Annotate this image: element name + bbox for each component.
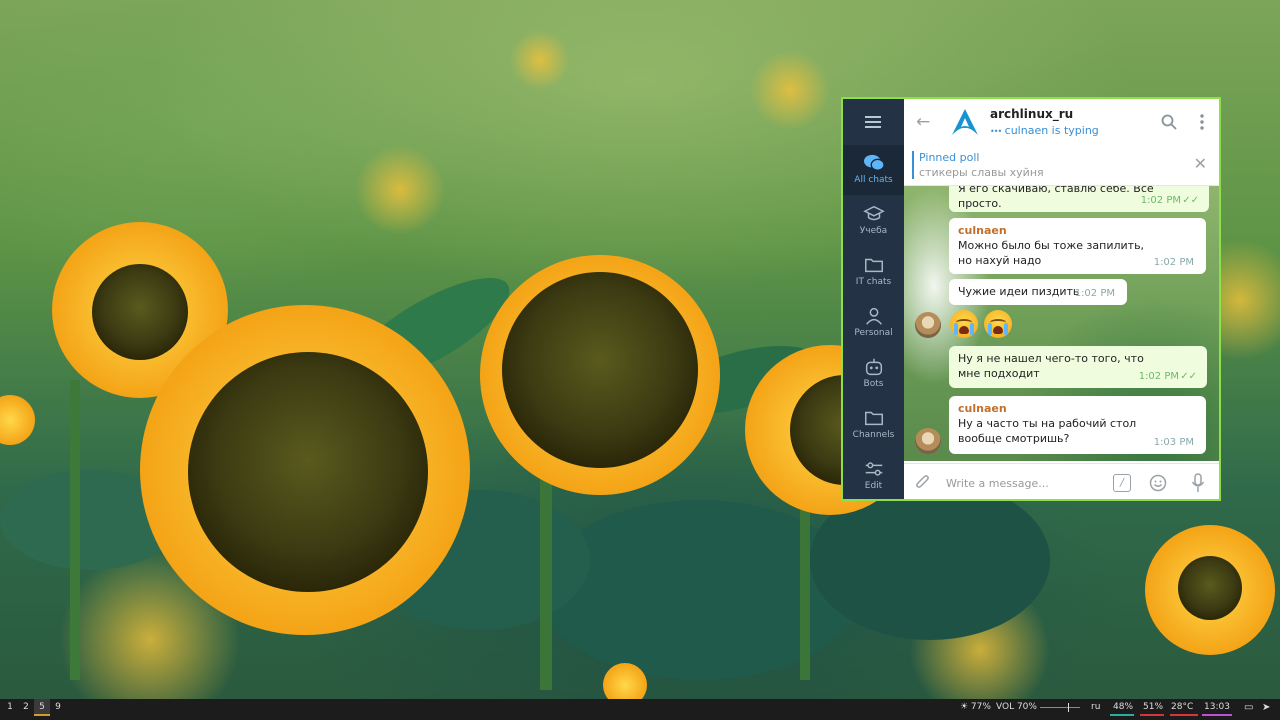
chat-header: ← archlinux_ru ••• culnaen is typing bbox=[904, 99, 1219, 146]
emoji-tear bbox=[988, 323, 992, 335]
pinned-accent-bar bbox=[912, 151, 914, 179]
bot-commands-icon[interactable]: / bbox=[1113, 474, 1131, 492]
message-bubble-in[interactable]: culnaen Можно было бы тоже запилить, но … bbox=[949, 218, 1206, 274]
search-icon[interactable] bbox=[1161, 114, 1177, 130]
hamburger-icon bbox=[865, 116, 881, 118]
pinned-message-bar[interactable]: Pinned poll стикеры славы хуйня ✕ bbox=[904, 145, 1219, 186]
message-text: Ну а часто ты на рабочий стол вообще смо… bbox=[958, 417, 1137, 445]
pinned-text: стикеры славы хуйня bbox=[919, 166, 1044, 179]
monitor-icon[interactable]: ▭ bbox=[1244, 699, 1253, 716]
double-check-icon: ✓✓ bbox=[1180, 371, 1197, 382]
folder-label: Personal bbox=[854, 328, 893, 338]
message-sender[interactable]: culnaen bbox=[958, 401, 1197, 416]
typing-status: ••• culnaen is typing bbox=[990, 124, 1099, 137]
message-bubble-out[interactable]: Ну я не нашел чего-то того, что мне подх… bbox=[949, 346, 1207, 388]
menu-button[interactable] bbox=[843, 99, 904, 145]
telegram-window: All chats Учеба IT chats Personal Bots C… bbox=[841, 97, 1221, 501]
loudly-crying-emoji bbox=[984, 310, 1012, 338]
loudly-crying-emoji bbox=[950, 310, 978, 338]
memory-bar bbox=[1140, 714, 1164, 716]
hamburger-icon-line bbox=[865, 121, 881, 123]
paperclip-icon[interactable] bbox=[914, 474, 932, 492]
bot-icon bbox=[865, 358, 882, 376]
folder-edit[interactable]: Edit bbox=[843, 451, 904, 499]
user-avatar[interactable] bbox=[915, 312, 941, 338]
message-text: Чужие идеи пиздить bbox=[958, 285, 1080, 298]
clock-bar bbox=[1202, 714, 1232, 716]
temperature-bar bbox=[1170, 714, 1198, 716]
folder-ucheba[interactable]: Учеба bbox=[843, 196, 904, 246]
folder-label: Учеба bbox=[859, 226, 888, 236]
workspace-2[interactable]: 2 bbox=[18, 699, 34, 716]
message-text: Ну я не нашел чего-то того, что мне подх… bbox=[958, 352, 1144, 380]
folder-label: Edit bbox=[864, 481, 883, 491]
volume-slider-knob[interactable] bbox=[1068, 703, 1069, 712]
message-time: 1:03 PM bbox=[1153, 437, 1194, 448]
close-icon[interactable]: ✕ bbox=[1194, 154, 1207, 173]
workspace-5[interactable]: 5 bbox=[34, 699, 50, 716]
hamburger-icon-line bbox=[865, 126, 881, 128]
message-sender[interactable]: culnaen bbox=[958, 223, 1197, 238]
message-time: 1:02 PM bbox=[1140, 195, 1181, 206]
folder-sidebar: All chats Учеба IT chats Personal Bots C… bbox=[843, 99, 904, 499]
emoji-tear bbox=[954, 323, 958, 335]
workspace-9[interactable]: 9 bbox=[50, 699, 66, 716]
telegram-tray-icon[interactable]: ➤ bbox=[1262, 699, 1270, 716]
chat-title[interactable]: archlinux_ru bbox=[990, 107, 1073, 121]
folder-label: All chats bbox=[854, 175, 893, 185]
pinned-title: Pinned poll bbox=[919, 151, 980, 164]
message-time: 1:02 PM bbox=[1138, 371, 1179, 382]
keyboard-layout[interactable]: ru bbox=[1091, 699, 1100, 716]
message-bubble-in[interactable]: Чужие идеи пиздить 1:02 PM bbox=[949, 279, 1127, 305]
message-text: Я его скачиваю, ставлю себе. Все просто. bbox=[958, 186, 1154, 210]
double-check-icon: ✓✓ bbox=[1182, 195, 1199, 206]
graduation-cap-icon bbox=[862, 205, 885, 221]
sliders-icon bbox=[865, 462, 882, 476]
brightness-indicator[interactable]: ☀ 77% bbox=[960, 699, 991, 716]
typing-dots-icon: ••• bbox=[990, 127, 1002, 136]
message-time: 1:02 PM bbox=[1153, 257, 1194, 268]
emoji-mouth bbox=[993, 326, 1003, 334]
message-list[interactable]: Я его скачиваю, ставлю себе. Все просто.… bbox=[904, 186, 1219, 461]
folder-label: Channels bbox=[852, 430, 895, 440]
chats-icon bbox=[863, 154, 885, 171]
back-arrow-icon[interactable]: ← bbox=[916, 112, 930, 132]
folder-all-chats[interactable]: All chats bbox=[843, 145, 904, 195]
volume-slider[interactable] bbox=[1040, 707, 1080, 708]
emoji-tear bbox=[970, 323, 974, 335]
folder-bots[interactable]: Bots bbox=[843, 349, 904, 399]
taskbar: 1 2 5 9 ☀ 77% VOL 70% ru 48% 51% 28°C 13… bbox=[0, 699, 1280, 720]
workspace-1[interactable]: 1 bbox=[2, 699, 18, 716]
microphone-icon[interactable] bbox=[1191, 473, 1205, 493]
message-time: 1:02 PM bbox=[1074, 288, 1115, 299]
more-vertical-icon[interactable] bbox=[1199, 113, 1205, 131]
folder-it-chats[interactable]: IT chats bbox=[843, 247, 904, 297]
message-bubble-in[interactable]: culnaen Ну а часто ты на рабочий стол во… bbox=[949, 396, 1206, 454]
cpu-bar bbox=[1110, 714, 1134, 716]
volume-indicator[interactable]: VOL 70% bbox=[996, 699, 1037, 716]
message-input[interactable] bbox=[944, 472, 1108, 494]
emoji-tear bbox=[1004, 323, 1008, 335]
message-composer: / bbox=[904, 463, 1219, 499]
folder-personal[interactable]: Personal bbox=[843, 298, 904, 348]
folder-icon bbox=[864, 411, 883, 426]
emoji-mouth bbox=[959, 326, 969, 334]
archlinux-logo-avatar[interactable] bbox=[950, 107, 980, 137]
person-icon bbox=[865, 307, 882, 325]
message-bubble-out[interactable]: Я его скачиваю, ставлю себе. Все просто.… bbox=[949, 186, 1209, 212]
folder-channels[interactable]: Channels bbox=[843, 400, 904, 450]
user-avatar[interactable] bbox=[915, 428, 941, 454]
emoji-icon[interactable] bbox=[1149, 474, 1167, 492]
folder-icon bbox=[864, 258, 883, 273]
folder-label: Bots bbox=[863, 379, 884, 389]
message-text: Можно было бы тоже запилить, но нахуй на… bbox=[958, 239, 1145, 267]
typing-status-text: culnaen is typing bbox=[1004, 124, 1099, 137]
folder-label: IT chats bbox=[855, 277, 892, 287]
